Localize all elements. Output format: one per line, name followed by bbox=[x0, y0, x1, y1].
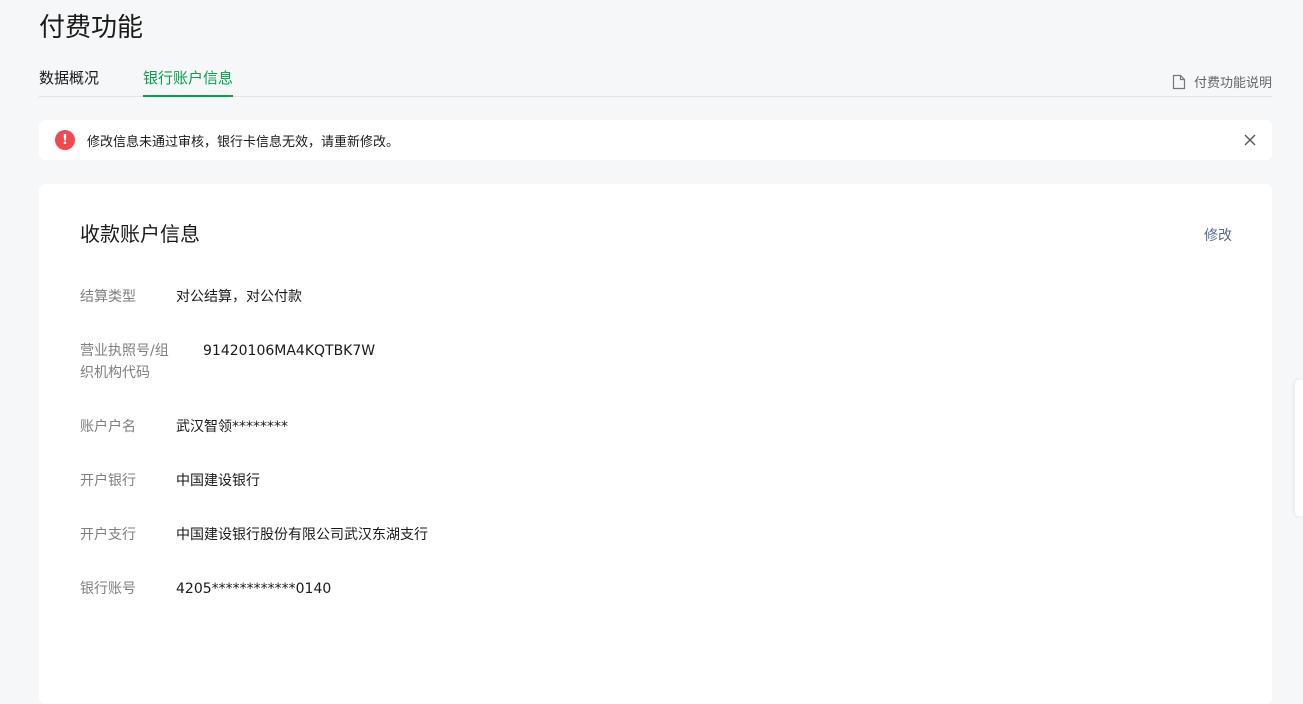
error-icon: ! bbox=[55, 130, 75, 150]
field-label: 银行账号 bbox=[80, 581, 136, 597]
tab-bank-account-info[interactable]: 银行账户信息 bbox=[143, 66, 234, 97]
side-floating-tab[interactable] bbox=[1295, 380, 1303, 516]
help-doc-label: 付费功能说明 bbox=[1193, 76, 1272, 91]
document-icon bbox=[1172, 74, 1186, 89]
tab-bar: 数据概况 银行账户信息 付费功能说明 bbox=[39, 62, 1272, 97]
field-value: 4205************0140 bbox=[176, 581, 332, 597]
tab-data-overview[interactable]: 数据概况 bbox=[39, 66, 99, 95]
field-label: 结算类型 bbox=[80, 289, 136, 305]
close-icon[interactable] bbox=[1244, 134, 1256, 146]
edit-button[interactable]: 修改 bbox=[1204, 225, 1232, 245]
alert-message: 修改信息未通过审核，银行卡信息无效，请重新修改。 bbox=[87, 134, 400, 150]
help-doc-link[interactable]: 付费功能说明 bbox=[1172, 72, 1272, 91]
field-value: 武汉智领******** bbox=[176, 419, 288, 435]
field-value: 91420106MA4KQTBK7W bbox=[203, 343, 376, 359]
field-label: 开户银行 bbox=[80, 473, 136, 489]
field-label: 开户支行 bbox=[80, 527, 136, 543]
field-value: 中国建设银行股份有限公司武汉东湖支行 bbox=[176, 527, 428, 543]
field-value: 对公结算，对公付款 bbox=[176, 289, 302, 305]
account-info-card: 收款账户信息 修改 结算类型 对公结算，对公付款 营业执照号/组织机构代码 91… bbox=[39, 184, 1272, 704]
field-label: 账户户名 bbox=[80, 419, 136, 435]
field-label: 营业执照号/组织机构代码 bbox=[80, 343, 169, 381]
error-alert: ! 修改信息未通过审核，银行卡信息无效，请重新修改。 bbox=[39, 120, 1272, 160]
field-value: 中国建设银行 bbox=[176, 473, 260, 489]
card-title: 收款账户信息 bbox=[80, 222, 200, 246]
page-title: 付费功能 bbox=[39, 13, 144, 43]
